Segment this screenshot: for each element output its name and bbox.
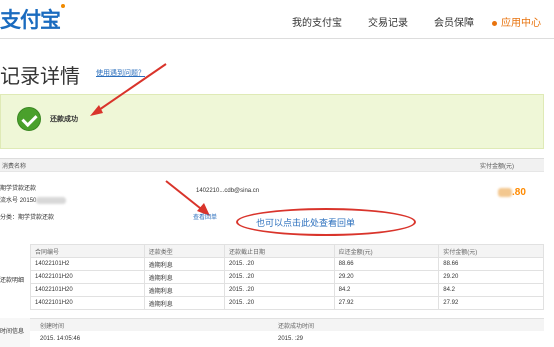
cell-contract: 14022101H20 <box>30 296 145 310</box>
header-type: 还款类型 <box>143 244 226 258</box>
repayment-details-table: 合同编号 还款类型 还款截止日期 应还金额(元) 实付金额(元) 1402210… <box>30 244 544 310</box>
created-time-value: 2015. 14:05:46 <box>40 336 81 342</box>
header-contract: 合同编号 <box>30 244 145 258</box>
header-due-amount: 应还金额(元) <box>333 244 440 258</box>
paid-amount-value: .80 <box>512 187 526 198</box>
cell-type: 逾期利息 <box>143 296 226 310</box>
cell-due-date: 2015. .20 <box>224 257 335 271</box>
table-row: 14022101H20 逾期利息 2015. .20 27.92 27.92 <box>30 296 544 310</box>
details-side-label: 还款明细 <box>0 278 25 284</box>
table-header-row: 合同编号 还款类型 还款截止日期 应还金额(元) 实付金额(元) <box>30 244 544 258</box>
time-side-label: 时间信息 <box>0 329 25 335</box>
created-time-label: 创建时间 <box>40 324 65 330</box>
blurred-redaction <box>498 187 512 197</box>
cell-paid-amount: 88.66 <box>438 257 544 271</box>
col-name-header: 消费名称 <box>2 164 27 170</box>
table-row: 14022101H20 逾期利息 2015. .20 84.2 84.2 <box>30 283 544 297</box>
arrow-line-receipt <box>165 180 206 213</box>
cell-type: 逾期利息 <box>143 270 226 284</box>
cell-paid-amount: 84.2 <box>438 283 544 297</box>
cell-due-amount: 84.2 <box>333 283 440 297</box>
account-email: 1402210...cdb@sina.cn <box>196 188 260 194</box>
item-name: 期学贷款还款 <box>0 186 37 192</box>
arrow-line-success <box>95 63 167 113</box>
cell-type: 逾期利息 <box>143 257 226 271</box>
header-due-date: 还款截止日期 <box>224 244 335 258</box>
paid-time-value: 2015. :29 <box>278 336 304 342</box>
cell-contract: 14022101H20 <box>30 270 145 284</box>
view-receipt-link[interactable]: 查看回单 <box>193 212 217 221</box>
annotation-text: 也可以点击此处查看回单 <box>256 218 356 228</box>
summary-header <box>0 158 544 172</box>
paid-time-label: 还款成功时间 <box>278 324 315 330</box>
arrow-head-success <box>90 105 103 116</box>
header-paid-amount: 实付金额(元) <box>438 244 544 258</box>
cell-paid-amount: 27.92 <box>438 296 544 310</box>
col-amount-header: 实付金额(元) <box>480 164 514 170</box>
order-value: 20150 <box>19 198 37 204</box>
cell-paid-amount: 29.20 <box>438 270 544 284</box>
cell-contract: 14022101H2 <box>30 257 145 271</box>
blurred-redaction <box>36 196 67 204</box>
cell-due-date: 2015. .20 <box>224 283 335 297</box>
cell-contract: 14022101H20 <box>30 283 145 297</box>
cell-due-amount: 88.66 <box>333 257 440 271</box>
category-label: 分类：期学贷款还款 <box>0 215 55 221</box>
table-row: 14022101H20 逾期利息 2015. .20 29.20 29.20 <box>30 270 544 284</box>
cell-due-date: 2015. .20 <box>224 296 335 310</box>
cell-type: 逾期利息 <box>143 283 226 297</box>
order-label: 流水号 <box>0 198 19 204</box>
paid-amount: .80 <box>498 187 526 198</box>
table-row: 14022101H2 逾期利息 2015. .20 88.66 88.66 <box>30 257 544 271</box>
cell-due-amount: 29.20 <box>333 270 440 284</box>
cell-due-amount: 27.92 <box>333 296 440 310</box>
cell-due-date: 2015. .20 <box>224 270 335 284</box>
order-number: 流水号 20150 <box>0 195 67 204</box>
